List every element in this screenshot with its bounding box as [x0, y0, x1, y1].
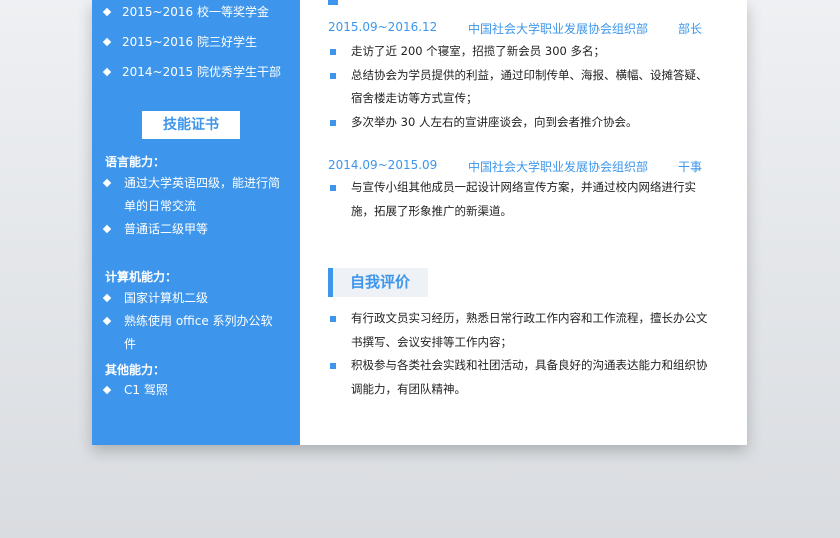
self-eval-bullets: 有行政文员实习经历，熟悉日常行政工作内容和工作流程，擅长办公文书撰写、会议安排等…: [328, 307, 718, 401]
diamond-bullet-icon: [102, 67, 112, 76]
main-content: 2015.09~2016.12 中国社会大学职业发展协会组织部 部长 走访了近 …: [300, 0, 747, 445]
skill-item: 普通话二级甲等: [102, 218, 284, 241]
section-accent-bar: [328, 268, 333, 297]
award-item: 2014~2015 院优秀学生干部: [102, 63, 281, 80]
other-skill-label: 其他能力：: [105, 363, 166, 377]
skill-item: 通过大学英语四级，能进行简单的日常交流: [102, 172, 284, 218]
award-item: 2015~2016 校一等奖学金: [102, 3, 269, 20]
bullet-text: 与宣传小组其他成员一起设计网络宣传方案，并通过校内网络进行实施，拓展了形象推广的…: [351, 180, 696, 218]
diamond-bullet-icon: [102, 293, 112, 302]
skill-text: C1 驾照: [124, 383, 168, 397]
skills-section-title: 技能证书: [142, 111, 240, 139]
language-skill-label: 语言能力：: [105, 155, 166, 169]
experience-role: 部长: [678, 22, 703, 36]
bullet-item: 有行政文员实习经历，熟悉日常行政工作内容和工作流程，擅长办公文书撰写、会议安排等…: [328, 307, 718, 354]
diamond-bullet-icon: [102, 316, 112, 325]
bullet-item: 积极参与各类社会实践和社团活动，具备良好的沟通表达能力和组织协调能力，有团队精神…: [328, 354, 718, 401]
skill-text: 熟练使用 office 系列办公软件: [124, 314, 273, 351]
bullet-item: 多次举办 30 人左右的宣讲座谈会，向到会者推介协会。: [328, 111, 718, 135]
diamond-bullet-icon: [102, 37, 112, 46]
award-item: 2015~2016 院三好学生: [102, 33, 257, 50]
bullet-text: 积极参与各类社会实践和社团活动，具备良好的沟通表达能力和组织协调能力，有团队精神…: [351, 358, 708, 396]
skill-text: 通过大学英语四级，能进行简单的日常交流: [124, 176, 281, 213]
diamond-bullet-icon: [102, 178, 112, 187]
bullet-text: 总结协会为学员提供的利益，通过印制传单、海报、横幅、设摊答疑、宿舍楼走访等方式宣…: [351, 67, 708, 106]
diamond-bullet-icon: [102, 224, 112, 233]
square-bullet-icon: [330, 185, 336, 191]
diamond-bullet-icon: [102, 7, 112, 16]
section-title-text: 自我评价: [350, 273, 411, 291]
section-accent-bar: [328, 0, 338, 5]
skill-item: 国家计算机二级: [102, 287, 284, 310]
self-eval-section-title: 自我评价: [328, 268, 428, 297]
square-bullet-icon: [330, 363, 336, 369]
sidebar: 2015~2016 校一等奖学金 2015~2016 院三好学生 2014~20…: [92, 0, 300, 445]
skill-text: 国家计算机二级: [124, 291, 209, 305]
square-bullet-icon: [330, 49, 336, 55]
bullet-text: 走访了近 200 个寝室，招揽了新会员 300 多名；: [351, 44, 606, 58]
award-text: 2015~2016 校一等奖学金: [122, 5, 269, 19]
bullet-item: 总结协会为学员提供的利益，通过印制传单、海报、横幅、设摊答疑、宿舍楼走访等方式宣…: [328, 64, 718, 111]
square-bullet-icon: [330, 72, 336, 79]
resume-sheet: 2015~2016 校一等奖学金 2015~2016 院三好学生 2014~20…: [92, 0, 747, 445]
experience-bullets: 与宣传小组其他成员一起设计网络宣传方案，并通过校内网络进行实施，拓展了形象推广的…: [328, 176, 718, 223]
computer-skill-label: 计算机能力：: [105, 270, 178, 284]
experience-period: 2015.09~2016.12: [328, 20, 438, 34]
bullet-item: 走访了近 200 个寝室，招揽了新会员 300 多名；: [328, 40, 718, 64]
bullet-item: 与宣传小组其他成员一起设计网络宣传方案，并通过校内网络进行实施，拓展了形象推广的…: [328, 176, 718, 223]
experience-org: 中国社会大学职业发展协会组织部: [468, 160, 649, 174]
experience-period: 2014.09~2015.09: [328, 158, 438, 172]
skill-item: C1 驾照: [102, 379, 284, 402]
square-bullet-icon: [330, 119, 336, 126]
skill-item: 熟练使用 office 系列办公软件: [102, 310, 284, 356]
diamond-bullet-icon: [102, 385, 112, 394]
experience-bullets: 走访了近 200 个寝室，招揽了新会员 300 多名； 总结协会为学员提供的利益…: [328, 40, 718, 134]
experience-role: 干事: [678, 160, 703, 174]
square-bullet-icon: [330, 316, 336, 322]
award-text: 2015~2016 院三好学生: [122, 35, 257, 49]
experience-org: 中国社会大学职业发展协会组织部: [468, 22, 649, 36]
bullet-text: 多次举办 30 人左右的宣讲座谈会，向到会者推介协会。: [351, 114, 638, 129]
skill-text: 普通话二级甲等: [124, 222, 209, 236]
bullet-text: 有行政文员实习经历，熟悉日常行政工作内容和工作流程，擅长办公文书撰写、会议安排等…: [351, 311, 708, 349]
award-text: 2014~2015 院优秀学生干部: [122, 65, 281, 79]
